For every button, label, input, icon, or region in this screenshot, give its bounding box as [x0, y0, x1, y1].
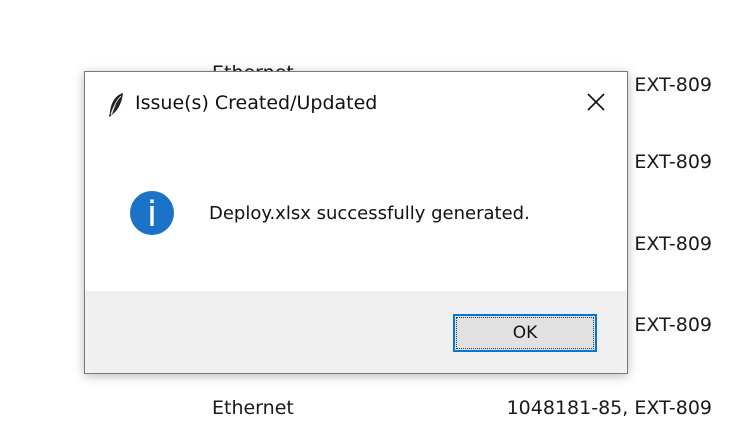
table-cell-value: EXT-809 — [634, 233, 712, 255]
table-cell-value: EXT-809 — [634, 151, 712, 173]
feather-icon — [109, 93, 123, 117]
close-icon — [587, 93, 605, 111]
ok-button[interactable]: OK — [453, 314, 597, 352]
table-cell-value: EXT-809 — [634, 314, 712, 336]
dialog-titlebar[interactable]: Issue(s) Created/Updated — [85, 72, 627, 134]
table-cell-value: 1048181-85, EXT-809 — [506, 397, 712, 419]
dialog-footer: OK — [85, 291, 627, 373]
screen: Ethernet 1048181-85, EXT-809 EXT-809 EXT… — [0, 0, 730, 436]
dialog-title: Issue(s) Created/Updated — [135, 92, 378, 114]
info-icon — [130, 191, 174, 235]
table-cell-type: Ethernet — [212, 397, 294, 419]
dialog-message: Deploy.xlsx successfully generated. — [209, 203, 530, 224]
dialog-content: Deploy.xlsx successfully generated. — [85, 134, 627, 291]
close-button[interactable] — [565, 72, 627, 132]
message-dialog: Issue(s) Created/Updated Deploy.xlsx suc… — [84, 71, 628, 374]
